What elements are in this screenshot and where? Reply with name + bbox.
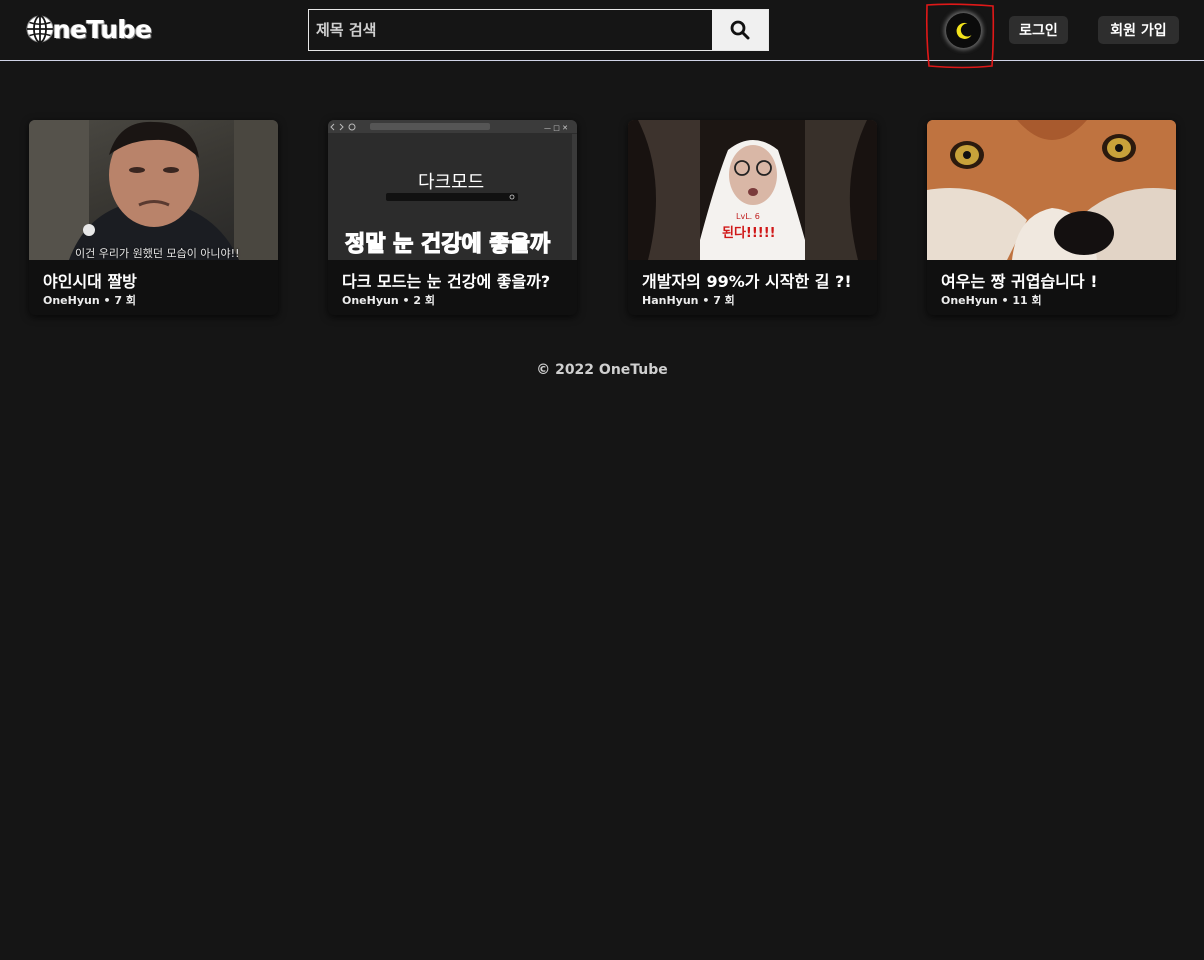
thumbnail-heading: 다크모드 [418,172,485,193]
globe-icon [26,15,54,43]
search-icon [730,20,750,40]
thumbnail-caption: 이건 우리가 원했던 모습이 아니야!! [75,247,240,260]
video-thumbnail: 이건 우리가 원했던 모습이 아니야!! [29,120,278,260]
thumbnail-caption: 정말 눈 건강에 좋을까 [344,231,551,257]
signup-button[interactable]: 회원 가입 [1098,16,1179,44]
svg-text:— □ ✕: — □ ✕ [544,124,568,132]
search-button[interactable] [712,10,768,50]
video-thumbnail: — □ ✕ 다크모드 정말 눈 건강에 좋을까 [328,120,577,260]
thumbnail-image [29,120,278,260]
moon-icon [956,22,971,39]
video-card[interactable]: 여우는 짱 귀엽습니다 ! OneHyun • 11 회 [927,120,1176,315]
video-thumbnail: LvL. 6 된다!!!!! [628,120,877,260]
video-title: 개발자의 99%가 시작한 길 ?! [642,272,852,291]
video-title: 여우는 짱 귀엽습니다 ! [941,272,1098,291]
top-header: neTube 로그인 회원 가입 [0,0,1204,69]
theme-toggle-button[interactable] [946,13,981,48]
video-meta: OneHyun • 11 회 [941,294,1042,307]
video-card[interactable]: 이건 우리가 원했던 모습이 아니야!! 야인시대 짤방 OneHyun • 7… [29,120,278,315]
footer-copyright: © 2022 OneTube [536,362,668,378]
search-bar [308,9,769,51]
login-button[interactable]: 로그인 [1009,16,1068,44]
video-title: 야인시대 짤방 [43,272,137,291]
thumbnail-caption: 된다!!!!! [722,226,776,241]
logo-text: neTube [53,14,152,44]
video-meta: OneHyun • 7 회 [43,294,136,307]
search-input[interactable] [309,10,713,50]
video-meta: HanHyun • 7 회 [642,294,735,307]
thumbnail-image [927,120,1176,260]
video-title: 다크 모드는 눈 건강에 좋을까? [342,272,551,291]
video-thumbnail [927,120,1176,260]
video-meta: OneHyun • 2 회 [342,294,435,307]
video-card[interactable]: LvL. 6 된다!!!!! 개발자의 99%가 시작한 길 ?! HanHyu… [628,120,877,315]
logo[interactable]: neTube [25,13,152,45]
thumbnail-small-text: LvL. 6 [736,212,760,221]
video-card[interactable]: — □ ✕ 다크모드 정말 눈 건강에 좋을까 다크 모드는 눈 건강에 좋을까… [328,120,577,315]
